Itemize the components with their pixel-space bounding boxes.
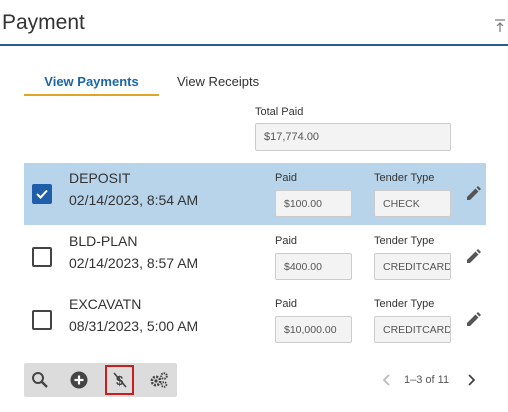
paid-label: Paid bbox=[275, 298, 298, 310]
paid-field[interactable]: $10,000.00 bbox=[275, 316, 352, 343]
pagination: 1–3 of 11 bbox=[380, 370, 480, 390]
payment-row[interactable]: EXCAVATN 08/31/2023, 5:00 AM Paid Tender… bbox=[24, 289, 486, 351]
payment-type: EXCAVATN bbox=[69, 296, 142, 312]
payment-type: BLD-PLAN bbox=[69, 233, 138, 249]
payment-date: 08/31/2023, 5:00 AM bbox=[69, 318, 199, 334]
tab-view-payments[interactable]: View Payments bbox=[24, 74, 159, 96]
edit-pencil-icon[interactable] bbox=[464, 311, 482, 329]
payment-row[interactable]: DEPOSIT 02/14/2023, 8:54 AM Paid Tender … bbox=[24, 163, 486, 225]
paid-label: Paid bbox=[275, 172, 298, 184]
pagination-range: 1–3 of 11 bbox=[404, 374, 450, 386]
row-checkbox[interactable] bbox=[32, 184, 52, 204]
paid-field[interactable]: $100.00 bbox=[275, 190, 352, 217]
tender-type-label: Tender Type bbox=[374, 235, 435, 247]
row-checkbox[interactable] bbox=[32, 247, 52, 267]
collapse-top-icon[interactable] bbox=[494, 18, 506, 34]
add-button[interactable] bbox=[66, 368, 92, 392]
add-circle-icon bbox=[70, 371, 88, 389]
tender-type-field[interactable]: CREDITCARD bbox=[374, 316, 451, 343]
payment-type: DEPOSIT bbox=[69, 170, 131, 186]
check-icon bbox=[36, 189, 48, 199]
tender-type-label: Tender Type bbox=[374, 172, 435, 184]
void-payment-button[interactable]: $ bbox=[105, 365, 134, 395]
tender-type-label: Tender Type bbox=[374, 298, 435, 310]
search-button[interactable] bbox=[27, 368, 53, 392]
action-toolbar: $ bbox=[24, 363, 177, 397]
search-icon bbox=[32, 372, 48, 388]
chevron-left-icon[interactable] bbox=[380, 372, 394, 388]
settings-button[interactable] bbox=[146, 368, 172, 392]
payment-date: 02/14/2023, 8:57 AM bbox=[69, 255, 199, 271]
total-paid-label: Total Paid bbox=[255, 106, 304, 118]
edit-pencil-icon[interactable] bbox=[464, 185, 482, 203]
tender-type-field[interactable]: CHECK bbox=[374, 190, 451, 217]
paid-field[interactable]: $400.00 bbox=[275, 253, 352, 280]
paid-label: Paid bbox=[275, 235, 298, 247]
panel-title: Payment bbox=[2, 11, 85, 34]
total-paid-field[interactable] bbox=[255, 123, 451, 151]
edit-pencil-icon[interactable] bbox=[464, 248, 482, 266]
tab-view-receipts[interactable]: View Receipts bbox=[177, 74, 259, 96]
chevron-right-icon[interactable] bbox=[464, 372, 478, 388]
payment-row[interactable]: BLD-PLAN 02/14/2023, 8:57 AM Paid Tender… bbox=[24, 226, 486, 288]
payment-date: 02/14/2023, 8:54 AM bbox=[69, 192, 199, 208]
panel-header: Payment bbox=[0, 0, 508, 46]
settings-gears-icon bbox=[150, 372, 168, 388]
tender-type-field[interactable]: CREDITCARD bbox=[374, 253, 451, 280]
no-money-icon: $ bbox=[112, 372, 127, 388]
row-checkbox[interactable] bbox=[32, 310, 52, 330]
